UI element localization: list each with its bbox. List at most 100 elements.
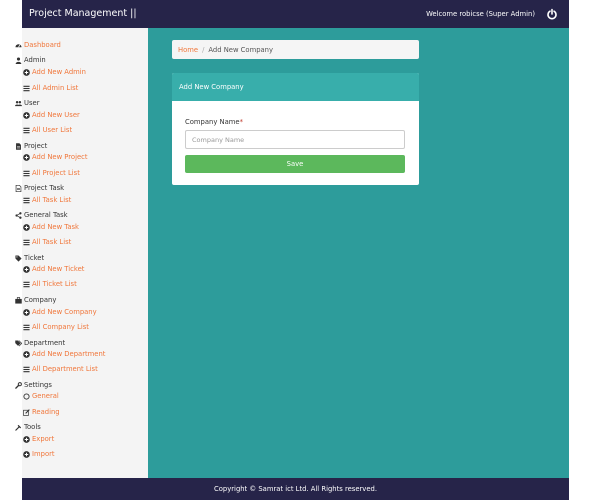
sidebar-section-label: User: [24, 99, 40, 107]
plus-circle-icon: [23, 308, 30, 316]
list-icon: [23, 366, 30, 373]
briefcase-icon: [15, 296, 22, 304]
sidebar-item-dashboard[interactable]: Dashboard: [15, 41, 61, 49]
sidebar-link-label: Add New Company: [32, 308, 97, 316]
sidebar-section-label: Project Task: [24, 184, 65, 192]
sidebar-item-add-task[interactable]: Add New Task: [23, 223, 79, 231]
sidebar-link-label: All Department List: [32, 365, 98, 373]
sidebar-item-settings-reading[interactable]: Reading: [23, 408, 60, 416]
sidebar-item-department-list[interactable]: All Department List: [23, 365, 98, 373]
sidebar-item-add-ticket[interactable]: Add New Ticket: [23, 265, 84, 273]
company-name-input[interactable]: [185, 130, 405, 149]
sidebar-link-label: All Ticket List: [32, 280, 77, 288]
footer: Copyright © Samrat ict Ltd. All Rights r…: [22, 478, 569, 500]
breadcrumb-separator: /: [202, 46, 205, 54]
sidebar-item-project-task-list[interactable]: All Task List: [23, 196, 71, 204]
sidebar-link-label: Add New Department: [32, 350, 106, 358]
edit-icon: [23, 408, 30, 416]
sidebar-item-user-list[interactable]: All User List: [23, 126, 72, 134]
breadcrumb-current: Add New Company: [208, 46, 274, 54]
top-navbar: Project Management || Welcome robicse (S…: [22, 0, 569, 28]
sidebar-link-label: All Task List: [32, 196, 72, 204]
sidebar-link-label: Reading: [32, 408, 60, 416]
save-button[interactable]: Save: [185, 155, 405, 173]
sidebar-section-general-task[interactable]: General Task: [15, 211, 68, 219]
sidebar-item-general-task-list[interactable]: All Task List: [23, 238, 71, 246]
add-company-panel: Add New Company Company Name* Save: [172, 73, 419, 185]
sidebar-section-label: Company: [24, 296, 57, 304]
welcome-user-text[interactable]: Welcome robicse (Super Admin): [426, 10, 535, 18]
sidebar-section-label: Department: [24, 339, 66, 347]
plus-circle-icon: [23, 153, 30, 161]
list-icon: [23, 324, 30, 331]
sidebar-link-label: Add New Admin: [32, 68, 86, 76]
sidebar-section-admin[interactable]: Admin: [15, 56, 46, 64]
plus-circle-icon: [23, 450, 30, 458]
list-icon: [23, 127, 30, 134]
list-icon: [23, 239, 30, 246]
sidebar-section-project-task[interactable]: Project Task: [15, 184, 64, 192]
plus-circle-icon: [23, 265, 30, 273]
sidebar-section-label: Tools: [24, 423, 41, 431]
sidebar-link-label: Add New Task: [32, 223, 79, 231]
file-icon: [15, 142, 22, 150]
sidebar-section-ticket[interactable]: Ticket: [15, 254, 44, 262]
company-name-label: Company Name*: [185, 118, 243, 126]
sidebar-section-user[interactable]: User: [15, 99, 40, 107]
sidebar-item-admin-list[interactable]: All Admin List: [23, 84, 78, 92]
tools-icon: [15, 424, 22, 431]
sidebar-section-label: Settings: [24, 381, 52, 389]
plus-circle-icon: [23, 68, 30, 76]
breadcrumb-home-link[interactable]: Home: [178, 46, 198, 54]
sidebar-section-label: General Task: [24, 211, 68, 219]
sidebar-item-ticket-list[interactable]: All Ticket List: [23, 280, 77, 288]
sidebar-section-department[interactable]: Department: [15, 339, 65, 347]
sidebar-item-export[interactable]: Export: [23, 435, 54, 443]
list-icon: [23, 281, 30, 288]
share-icon: [15, 211, 22, 219]
required-mark: *: [239, 118, 243, 126]
tag-icon: [15, 254, 22, 262]
sidebar-item-add-project[interactable]: Add New Project: [23, 153, 88, 161]
dashboard-icon: [15, 42, 22, 49]
sidebar-section-tools[interactable]: Tools: [15, 423, 41, 431]
sidebar-section-settings[interactable]: Settings: [15, 381, 52, 389]
list-icon: [23, 170, 30, 177]
users-icon: [15, 100, 22, 107]
power-icon[interactable]: [546, 8, 558, 20]
sidebar-link-label: All Task List: [32, 238, 72, 246]
user-icon: [15, 56, 22, 64]
list-icon: [23, 197, 30, 204]
sidebar-link-label: Add New User: [32, 111, 80, 119]
app-title[interactable]: Project Management ||: [29, 8, 137, 19]
wrench-icon: [15, 381, 22, 389]
sidebar-item-add-admin[interactable]: Add New Admin: [23, 68, 86, 76]
sidebar-section-label: Ticket: [24, 254, 45, 262]
sidebar-section-project[interactable]: Project: [15, 142, 47, 150]
sidebar-link-label: Add New Project: [32, 153, 88, 161]
company-name-label-text: Company Name: [185, 118, 240, 126]
sidebar-link-label: General: [32, 392, 59, 400]
sidebar-item-project-list[interactable]: All Project List: [23, 169, 80, 177]
sidebar-link-label: All Company List: [32, 323, 89, 331]
sidebar-link-label: All User List: [32, 126, 73, 134]
sidebar-link-label: Add New Ticket: [32, 265, 85, 273]
sidebar-item-add-department[interactable]: Add New Department: [23, 350, 105, 358]
sidebar-link-label: Export: [32, 435, 55, 443]
sidebar-item-company-list[interactable]: All Company List: [23, 323, 89, 331]
sidebar-item-import[interactable]: Import: [23, 450, 55, 458]
sidebar-section-label: Admin: [24, 56, 46, 64]
sidebar-link-label: All Admin List: [32, 84, 79, 92]
sidebar-link-label: All Project List: [32, 169, 80, 177]
breadcrumb: Home / Add New Company: [172, 40, 419, 59]
sidebar-item-add-company[interactable]: Add New Company: [23, 308, 97, 316]
plus-circle-icon: [23, 223, 30, 231]
plus-circle-icon: [23, 350, 30, 358]
file-text-icon: [15, 184, 22, 192]
list-icon: [23, 85, 30, 92]
sidebar-item-add-user[interactable]: Add New User: [23, 111, 80, 119]
sidebar-item-settings-general[interactable]: General: [23, 392, 59, 400]
sidebar-section-company[interactable]: Company: [15, 296, 56, 304]
tags-icon: [15, 339, 22, 347]
sidebar-section-label: Project: [24, 142, 48, 150]
